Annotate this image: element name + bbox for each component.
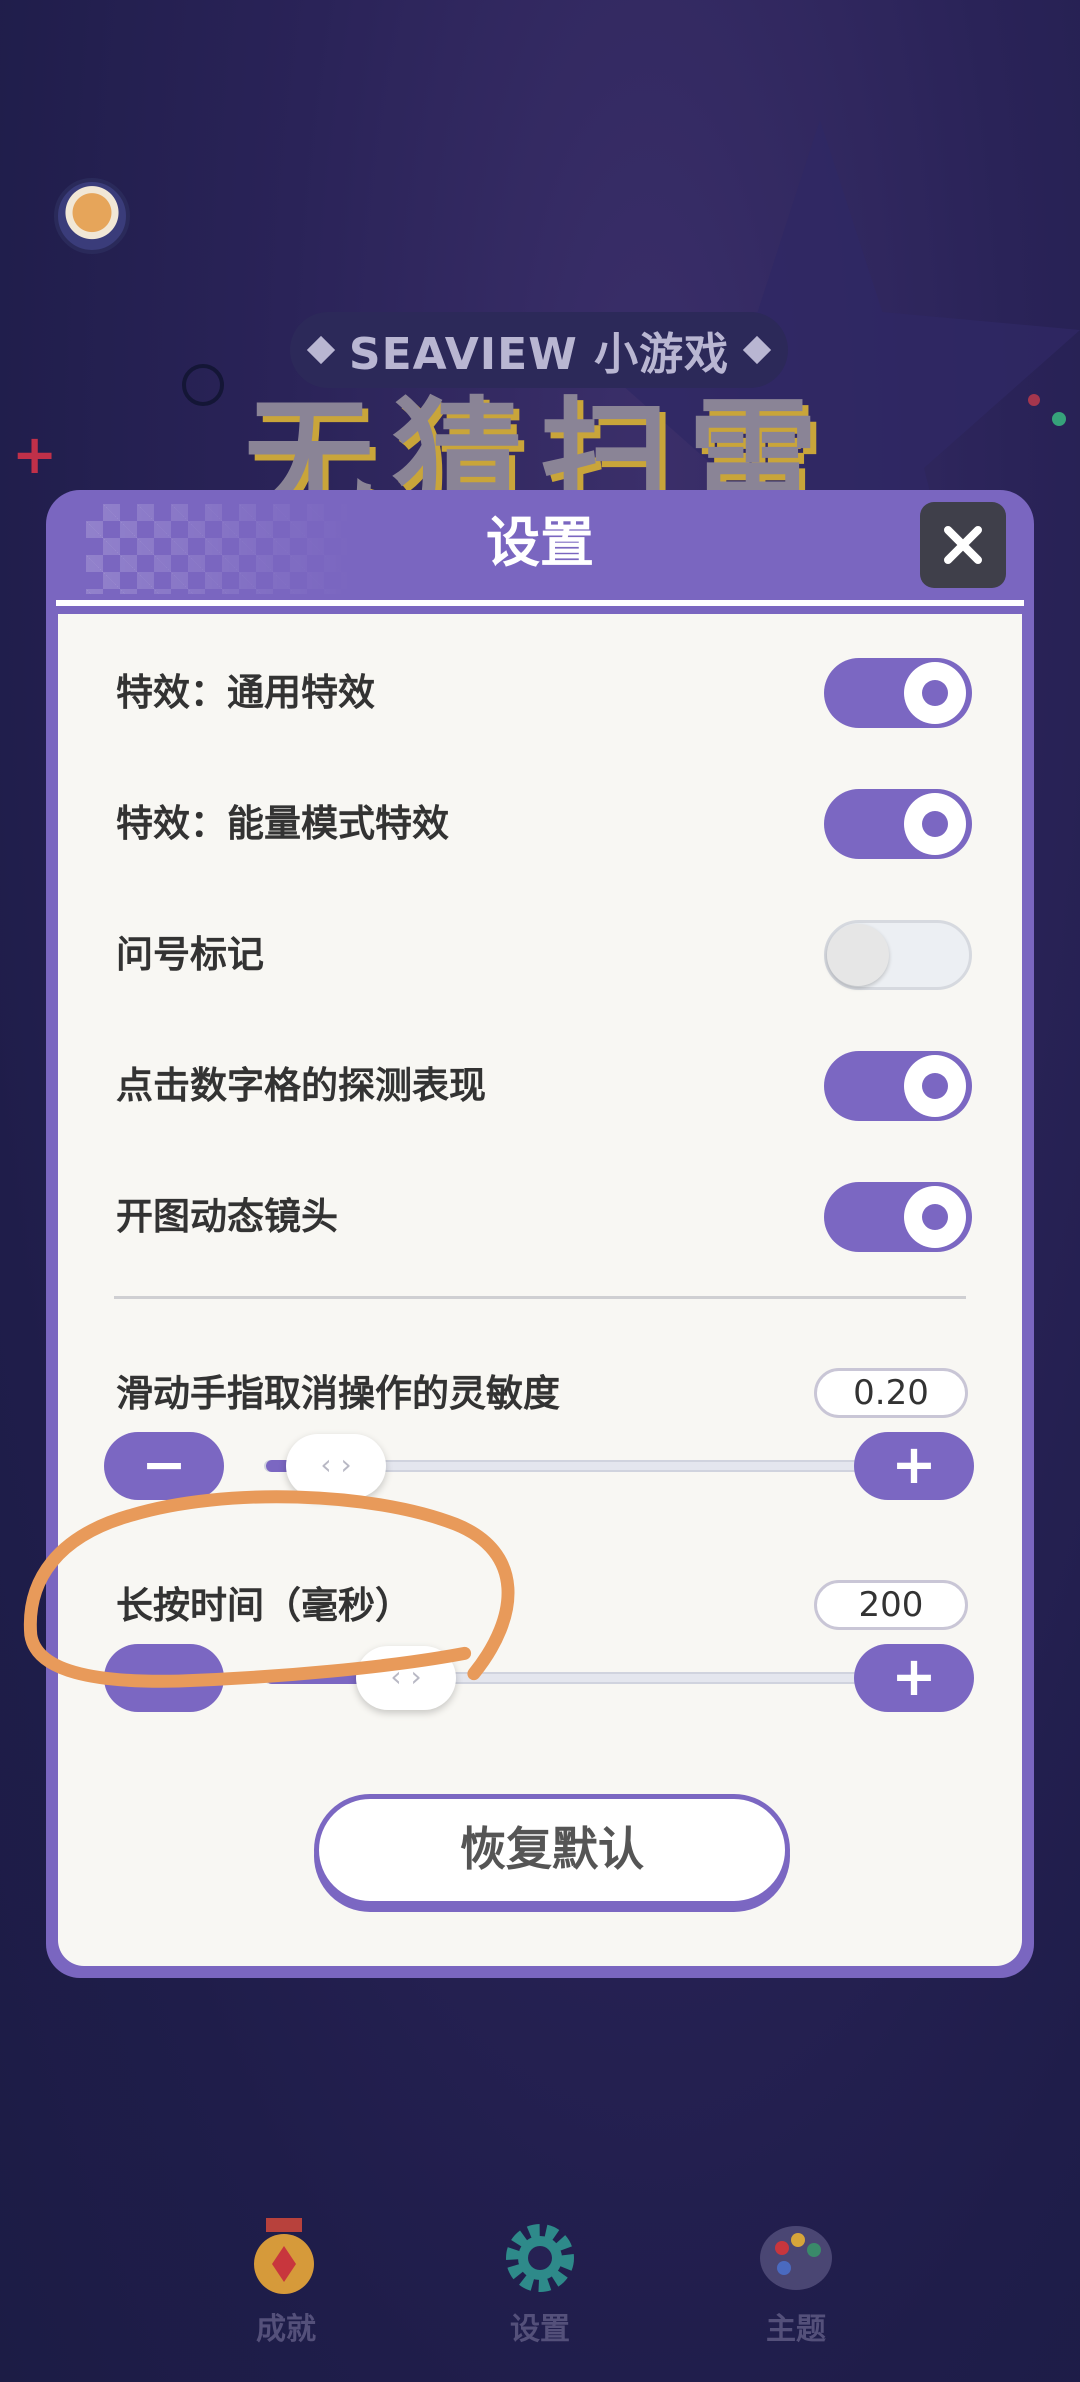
question-mark-toggle[interactable] (824, 920, 972, 990)
setting-row-probe-display: 点击数字格的探测表现 (58, 1051, 1022, 1121)
decor-dot (1028, 394, 1040, 406)
long-press-thumb[interactable]: ‹ › (356, 1646, 456, 1710)
general-effects-toggle[interactable] (824, 658, 972, 728)
gear-icon (506, 2224, 574, 2292)
toggle-knob (827, 924, 889, 986)
swipe-sensitivity-plus-button[interactable]: + (854, 1432, 974, 1500)
setting-label: 开图动态镜头 (116, 1195, 338, 1238)
long-press-label: 长按时间（毫秒） (116, 1584, 412, 1627)
toggle-knob (904, 662, 966, 724)
nav-achievements-label: 成就 (256, 2312, 316, 2347)
long-press-value: 200 (814, 1580, 968, 1630)
close-icon (944, 526, 982, 564)
game-tag-label: SEAVIEW 小游戏 (348, 329, 730, 380)
long-press-minus-button[interactable]: − (104, 1644, 224, 1712)
setting-row-dynamic-camera: 开图动态镜头 (58, 1182, 1022, 1252)
swipe-sensitivity-label: 滑动手指取消操作的灵敏度 (116, 1372, 560, 1415)
game-tag: SEAVIEW 小游戏 (290, 312, 788, 388)
nav-settings-label: 设置 (510, 2312, 570, 2347)
setting-row-general-effects: 特效：通用特效 (58, 658, 1022, 728)
setting-row-question-mark: 问号标记 (58, 920, 1022, 990)
dialog-header: 设置 (46, 490, 1034, 598)
dynamic-camera-toggle[interactable] (824, 1182, 972, 1252)
palette-icon (760, 2226, 832, 2290)
section-divider (114, 1296, 966, 1299)
decor-dot (1052, 412, 1066, 426)
diamond-icon (306, 335, 336, 365)
close-button[interactable] (920, 502, 1006, 588)
decor-plus-icon: + (12, 423, 58, 486)
toggle-knob (904, 1186, 966, 1248)
setting-row-energy-effects: 特效：能量模式特效 (58, 789, 1022, 859)
swipe-sensitivity-thumb[interactable]: ‹ › (286, 1434, 386, 1498)
long-press-plus-button[interactable]: + (854, 1644, 974, 1712)
settings-panel: 特效：通用特效 特效：能量模式特效 问号标记 点击数字格的探测表现 开图动态镜头… (58, 614, 1022, 1966)
swipe-sensitivity-value: 0.20 (814, 1368, 968, 1418)
settings-dialog: 设置 特效：通用特效 特效：能量模式特效 问号标记 点击数字格的探测表现 开图动… (46, 490, 1034, 1978)
swipe-sensitivity-minus-button[interactable]: − (104, 1432, 224, 1500)
dialog-title: 设置 (486, 511, 594, 574)
setting-label: 特效：能量模式特效 (116, 802, 449, 845)
probe-display-toggle[interactable] (824, 1051, 972, 1121)
toggle-knob (904, 793, 966, 855)
header-divider (56, 600, 1024, 606)
avatar[interactable] (54, 178, 130, 254)
nav-theme-label: 主题 (766, 2312, 826, 2347)
setting-label: 特效：通用特效 (116, 671, 375, 714)
medal-icon (254, 2218, 314, 2294)
diamond-icon (742, 335, 772, 365)
energy-effects-toggle[interactable] (824, 789, 972, 859)
decor-ring (182, 364, 224, 406)
setting-label: 点击数字格的探测表现 (116, 1064, 486, 1107)
toggle-knob (904, 1055, 966, 1117)
reset-defaults-button[interactable]: 恢复默认 (314, 1794, 790, 1906)
setting-label: 问号标记 (116, 933, 264, 976)
